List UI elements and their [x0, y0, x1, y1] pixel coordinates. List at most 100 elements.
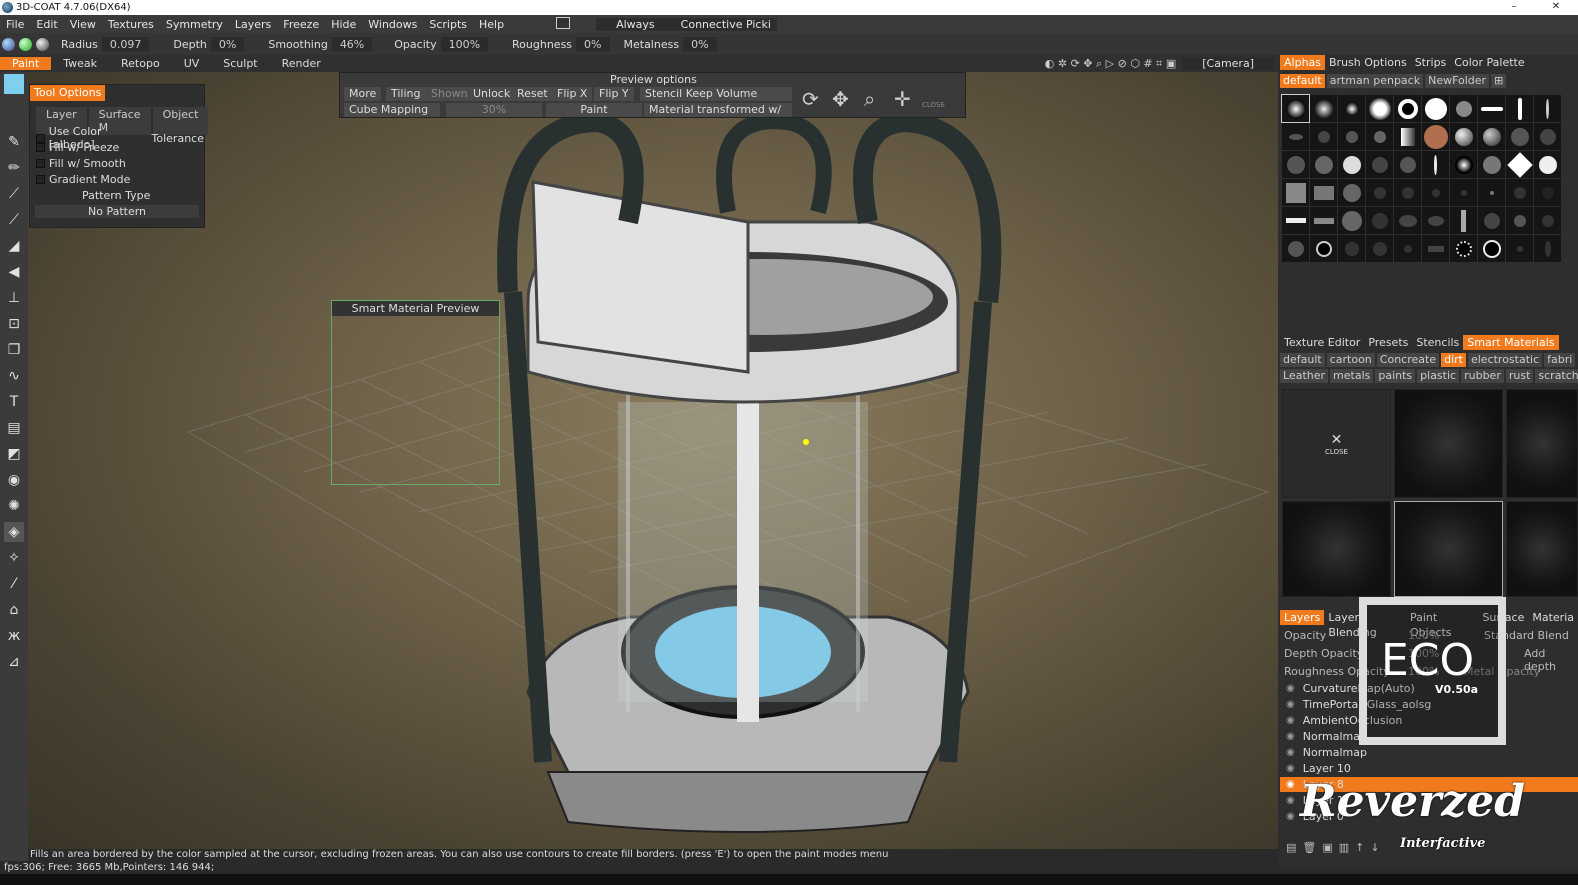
wand-icon[interactable]: ✧	[4, 548, 24, 568]
3d-viewport[interactable]	[28, 72, 1278, 849]
sm-folder-rust[interactable]: rust	[1505, 369, 1534, 383]
iron-icon[interactable]: ⌂	[4, 600, 24, 620]
picker-icon[interactable]: ⁄	[4, 574, 24, 594]
stamp-icon[interactable]: ⊥	[4, 288, 24, 308]
alpha-item[interactable]	[1450, 95, 1477, 122]
alpha-item[interactable]	[1478, 207, 1505, 234]
material-thumbnail[interactable]	[1394, 501, 1503, 597]
alpha-item[interactable]	[1310, 151, 1337, 178]
gray-ball-icon[interactable]	[36, 37, 49, 51]
hand-icon[interactable]: ◢	[4, 236, 24, 256]
alpha-item[interactable]	[1422, 179, 1449, 206]
radius-field[interactable]: 0.097	[101, 36, 150, 52]
smoothing-field[interactable]: 46%	[331, 36, 373, 52]
tab-uv[interactable]: UV	[172, 57, 212, 70]
alpha-item[interactable]	[1478, 151, 1505, 178]
eye-icon[interactable]: ◉	[1286, 777, 1295, 792]
unlock-button[interactable]: Unlock	[468, 87, 516, 101]
color-ball-icon[interactable]	[2, 37, 15, 51]
tab-retopo[interactable]: Retopo	[109, 57, 172, 70]
sm-folder-paints[interactable]: paints	[1375, 369, 1416, 383]
menu-edit[interactable]: Edit	[30, 18, 63, 31]
material-thumbnail[interactable]	[1506, 501, 1578, 597]
menu-textures[interactable]: Textures	[102, 18, 160, 31]
alpha-item[interactable]	[1282, 123, 1309, 150]
more-button[interactable]: More	[344, 87, 382, 101]
material-thumbnail[interactable]	[1394, 389, 1503, 498]
connective-dropdown[interactable]: Connective Picki	[674, 17, 777, 31]
alpha-item[interactable]	[1366, 235, 1393, 262]
shown-button[interactable]: Shown	[426, 87, 473, 101]
layer-row[interactable]: ◉ Layer 10	[1286, 761, 1576, 776]
alpha-item[interactable]	[1450, 123, 1477, 150]
fill-smooth-checkbox[interactable]	[36, 159, 45, 168]
rotate-icon[interactable]: ⟳	[802, 87, 819, 111]
fill-icon[interactable]: ◈	[4, 522, 24, 542]
eye-icon[interactable]: ◉	[1286, 697, 1295, 712]
sm-folder-rubber[interactable]: rubber	[1461, 369, 1504, 383]
flip-y-button[interactable]: Flip Y	[594, 87, 634, 101]
tab-layers[interactable]: Layers	[1280, 610, 1325, 625]
alpha-item[interactable]	[1394, 151, 1421, 178]
alpha-item[interactable]	[1282, 207, 1309, 234]
alpha-item[interactable]	[1394, 235, 1421, 262]
alpha-item[interactable]	[1366, 123, 1393, 150]
eye-icon[interactable]: ◉	[4, 470, 24, 490]
folder-default[interactable]: default	[1280, 74, 1325, 88]
tab-presets[interactable]: Presets	[1364, 335, 1412, 350]
copy-icon[interactable]: ❐	[4, 340, 24, 360]
move-icon[interactable]: ✥	[832, 87, 849, 111]
tab-alphas[interactable]: Alphas	[1280, 55, 1326, 70]
sm-folder-electrostatic[interactable]: electrostatic	[1467, 353, 1543, 367]
tab-tweak[interactable]: Tweak	[51, 57, 109, 70]
picture-icon[interactable]: ▤	[4, 418, 24, 438]
tab-strips[interactable]: Strips	[1411, 55, 1451, 70]
material-thumbnail[interactable]	[1282, 501, 1391, 597]
reset-button[interactable]: Reset	[512, 87, 553, 101]
sm-folder-plastic[interactable]: plastic	[1417, 369, 1460, 383]
eye-icon[interactable]: ◉	[1286, 761, 1295, 776]
smart-material-preview[interactable]: Smart Material Preview	[331, 300, 500, 485]
gear-icon[interactable]: ✺	[4, 496, 24, 516]
sm-folder-default[interactable]: default	[1280, 353, 1325, 367]
tab-color-palette[interactable]: Color Palette	[1450, 55, 1528, 70]
material-thumbnail[interactable]	[1506, 389, 1578, 498]
sm-folder-scratches[interactable]: scratches	[1535, 369, 1578, 383]
alpha-item[interactable]	[1366, 207, 1393, 234]
eye-icon[interactable]: ◉	[1286, 745, 1295, 760]
alpha-item[interactable]	[1310, 179, 1337, 206]
alpha-item[interactable]	[1534, 207, 1561, 234]
alpha-item[interactable]	[1534, 151, 1561, 178]
tab-stencils[interactable]: Stencils	[1412, 335, 1463, 350]
alpha-item[interactable]	[1506, 179, 1533, 206]
metalness-field[interactable]: 0%	[683, 36, 717, 52]
alpha-item[interactable]	[1450, 179, 1477, 206]
layer-row[interactable]: ◉ Normalmap	[1286, 745, 1576, 760]
alpha-item[interactable]	[1506, 207, 1533, 234]
gradient-checkbox[interactable]	[36, 175, 45, 184]
alpha-item[interactable]	[1506, 123, 1533, 150]
close-window-button[interactable]: ✕	[1536, 0, 1576, 15]
sm-folder-metals[interactable]: metals	[1330, 369, 1374, 383]
material-close-button[interactable]: ✕ CLOSE	[1282, 389, 1391, 498]
alpha-item[interactable]	[1338, 151, 1365, 178]
roughness-field[interactable]: 0%	[576, 36, 610, 52]
tiling-button[interactable]: Tiling	[386, 87, 426, 101]
frame-checkbox[interactable]	[550, 16, 576, 32]
tab-brush-options[interactable]: Brush Options	[1325, 55, 1411, 70]
alpha-item[interactable]	[1310, 123, 1337, 150]
view-icons[interactable]: ◐ ✲ ⟳ ✥ ⌕ ▷ ⊘ ⬡ # ⌗ ▣	[1039, 57, 1182, 71]
alpha-item[interactable]	[1338, 235, 1365, 262]
sm-folder-fabric[interactable]: fabri	[1544, 353, 1576, 367]
sm-folder-leather[interactable]: Leather	[1280, 369, 1329, 383]
pan-icon[interactable]: ✛	[894, 87, 911, 111]
tab-texture-editor[interactable]: Texture Editor	[1280, 335, 1364, 350]
alpha-item[interactable]	[1310, 235, 1337, 262]
pattern-dropdown[interactable]: No Pattern	[35, 205, 199, 218]
alpha-item[interactable]	[1534, 123, 1561, 150]
alpha-item[interactable]	[1282, 235, 1309, 262]
alpha-item[interactable]	[1478, 235, 1505, 262]
eye-icon[interactable]: ◉	[1286, 809, 1295, 824]
menu-windows[interactable]: Windows	[362, 18, 423, 31]
zoom-icon[interactable]: ⌕	[864, 87, 875, 111]
